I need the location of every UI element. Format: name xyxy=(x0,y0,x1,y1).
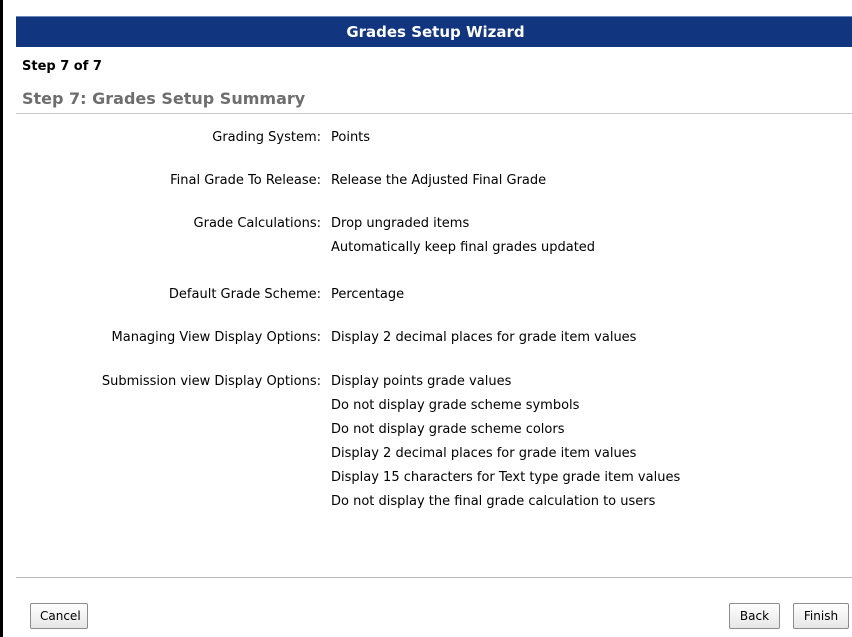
submission-view-option-value: Do not display grade scheme colors xyxy=(331,422,565,437)
wizard-title: Grades Setup Wizard xyxy=(16,16,852,47)
submission-view-option-value: Display 2 decimal places for grade item … xyxy=(331,446,637,461)
managing-view-options-values: Display 2 decimal places for grade item … xyxy=(331,326,851,350)
grading-system-value: Points xyxy=(331,130,371,145)
submission-view-option-value: Do not display grade scheme symbols xyxy=(331,398,580,413)
back-button[interactable]: Back xyxy=(729,603,780,629)
grade-calculations-value: Drop ungraded items xyxy=(331,216,470,231)
submission-view-option-value: Do not display the final grade calculati… xyxy=(331,494,656,509)
final-grade-release-value: Release the Adjusted Final Grade xyxy=(331,173,547,188)
grade-calculations-values: Drop ungraded items Automatically keep f… xyxy=(331,212,851,260)
grade-calculations-value: Automatically keep final grades updated xyxy=(331,240,596,255)
default-grade-scheme-label: Default Grade Scheme: xyxy=(168,287,321,302)
final-grade-release-label: Final Grade To Release: xyxy=(170,173,321,188)
default-grade-scheme-value: Percentage xyxy=(331,287,405,302)
grading-system-label: Grading System: xyxy=(212,130,321,145)
header-divider xyxy=(16,113,852,114)
cancel-button[interactable]: Cancel xyxy=(30,603,88,629)
default-grade-scheme-values: Percentage xyxy=(331,283,851,307)
submission-view-option-value: Display 15 characters for Text type grad… xyxy=(331,470,681,485)
step-title: Step 7: Grades Setup Summary xyxy=(22,89,306,108)
final-grade-release-values: Release the Adjusted Final Grade xyxy=(331,169,851,193)
finish-button[interactable]: Finish xyxy=(793,603,849,629)
step-counter: Step 7 of 7 xyxy=(22,59,102,74)
submission-view-options-label: Submission view Display Options: xyxy=(101,374,321,389)
grading-system-values: Points xyxy=(331,126,851,150)
wizard-window: Grades Setup Wizard Step 7 of 7 Step 7: … xyxy=(0,0,852,637)
submission-view-options-values: Display points grade values Do not displ… xyxy=(331,370,851,514)
grade-calculations-label: Grade Calculations: xyxy=(193,216,321,231)
managing-view-option-value: Display 2 decimal places for grade item … xyxy=(331,330,637,345)
submission-view-option-value: Display points grade values xyxy=(331,374,512,389)
footer-divider xyxy=(16,577,852,578)
managing-view-options-label: Managing View Display Options: xyxy=(111,330,321,345)
